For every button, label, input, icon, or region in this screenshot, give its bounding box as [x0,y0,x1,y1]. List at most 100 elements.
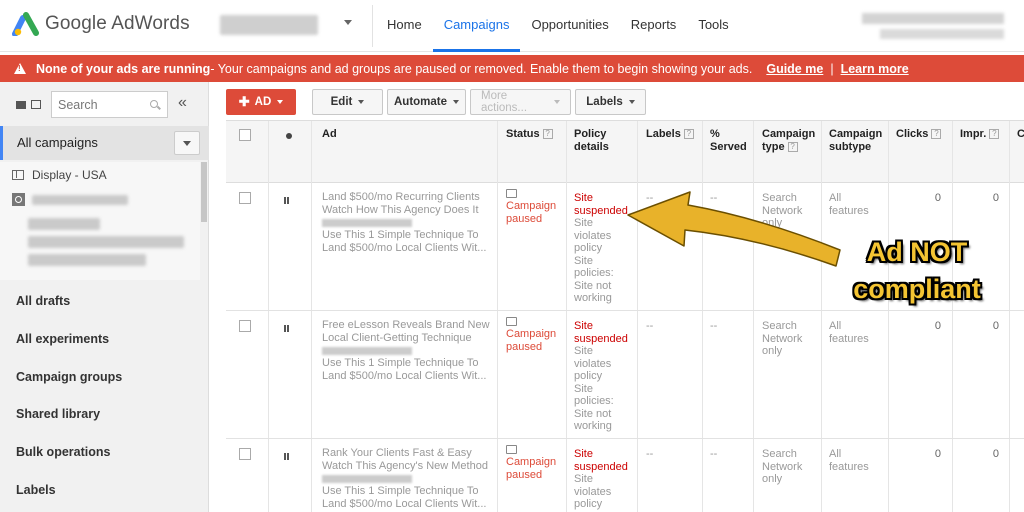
help-icon[interactable]: ? [989,129,1000,139]
comment-icon[interactable] [506,189,517,198]
campaign-type-text: only [762,345,783,357]
sidebar-link-labels[interactable]: Labels [16,483,56,497]
campaign-type-text: Search [762,448,797,460]
impressions-cell: 0 [992,192,999,204]
header-campaign-type[interactable]: Campaign type? [762,128,818,154]
header-labels[interactable]: Labels? [646,128,694,141]
edit-button[interactable]: Edit [312,89,383,115]
header-impressions[interactable]: Impr.? [960,128,1000,141]
account-dropdown-icon[interactable] [344,20,352,25]
help-icon[interactable]: ? [931,129,942,139]
folder-icon[interactable] [16,101,26,109]
table-row[interactable]: Rank Your Clients Fast & Easy Watch This… [226,439,1024,512]
nav-divider [372,5,373,47]
campaign-type-text: only [762,217,783,229]
campaign-subtype-text: features [829,460,869,473]
header-campaign-subtype[interactable]: Campaign subtype [829,128,885,154]
campaign-subtype-cell: All features [829,192,869,217]
add-ad-button[interactable]: ✚ AD [226,89,296,115]
header-status[interactable]: Status? [506,128,553,141]
redacted-ad-group [28,254,146,266]
policy-status-2: suspended [574,332,628,345]
callout-line-1: Ad NOT [866,237,968,267]
status-cell: Campaign paused [506,317,556,353]
help-icon[interactable]: ? [542,129,553,139]
row-checkbox[interactable] [239,320,251,332]
user-email-redacted[interactable] [880,29,1004,39]
sidebar-link-all-experiments[interactable]: All experiments [16,332,109,346]
pause-icon[interactable] [284,325,289,332]
more-actions-button[interactable]: More actions... [470,89,571,115]
user-info-redacted[interactable] [862,13,1004,24]
row-checkbox[interactable] [239,192,251,204]
header-ad[interactable]: Ad [322,128,337,141]
ad-headline-2: Watch This Agency's New Method [322,459,488,472]
policy-detail: working [574,292,612,304]
header-truncated[interactable]: C [1017,128,1024,141]
ads-table: Ad Status? Policy details Labels? % Serv… [226,120,1024,512]
nav-home[interactable]: Home [376,0,433,52]
sidebar-link-bulk-operations[interactable]: Bulk operations [16,445,110,459]
campaign-subtype-text: features [829,204,869,217]
adwords-app: Google AdWords Home Campaigns Opportunit… [0,0,1024,512]
pause-icon[interactable] [284,197,289,204]
sidebar-scrollbar[interactable] [201,162,207,222]
ad-text[interactable]: Rank Your Clients Fast & Easy Watch This… [322,447,488,511]
sidebar-search-input[interactable]: Search [51,91,168,118]
policy-status-2: suspended [574,204,628,217]
automate-button[interactable]: Automate [387,89,466,115]
all-campaigns-dropdown-button[interactable] [174,131,200,155]
redacted-ad-group [28,236,184,248]
help-icon[interactable]: ? [683,129,694,139]
pause-icon[interactable] [284,453,289,460]
header-labels-label: Labels [646,128,681,140]
ad-headline-2: Watch How This Agency Does It [322,203,479,216]
nav-campaigns[interactable]: Campaigns [432,0,521,52]
table-row[interactable]: Free eLesson Reveals Brand New Local Cli… [226,311,1024,439]
alert-heading: None of your ads are running [36,61,211,76]
redacted-campaign-name [32,195,128,205]
chevron-down-icon [277,100,284,104]
campaign-subtype-text: All [829,192,842,204]
adwords-logo[interactable]: Google AdWords [12,12,190,36]
row-checkbox[interactable] [239,448,251,460]
collapse-sidebar-icon[interactable]: « [178,94,187,112]
tree-item-display-usa[interactable]: Display - USA [12,168,107,182]
tree-item-label: Display - USA [32,168,107,182]
header-clicks[interactable]: Clicks? [896,128,942,141]
comment-icon[interactable] [506,445,517,454]
ad-description-2: Land $500/mo Local Clients Wit... [322,498,487,511]
header-policy-details[interactable]: Policy details [574,128,632,154]
ad-headline-2: Local Client-Getting Technique [322,331,472,344]
labels-button[interactable]: Labels [575,89,646,115]
alert-banner: None of your ads are running - Your camp… [0,55,1024,82]
ad-url-redacted [322,473,488,486]
comment-icon[interactable] [506,317,517,326]
nav-tools[interactable]: Tools [687,0,739,52]
ad-headline: Rank Your Clients Fast & Easy [322,447,472,459]
nav-opportunities[interactable]: Opportunities [520,0,619,52]
sidebar-link-campaign-groups[interactable]: Campaign groups [16,370,122,384]
status-cell: Campaign paused [506,445,556,481]
account-name-redacted[interactable] [220,15,318,35]
automate-label: Automate [393,96,448,108]
sidebar-link-all-drafts[interactable]: All drafts [16,294,70,308]
ad-text[interactable]: Free eLesson Reveals Brand New Local Cli… [322,319,490,383]
learn-more-link[interactable]: Learn more [841,62,909,76]
pages-icon[interactable] [31,100,41,109]
ad-text[interactable]: Land $500/mo Recurring Clients Watch How… [322,191,486,255]
policy-status: Site [574,192,593,204]
nav-reports[interactable]: Reports [620,0,688,52]
guide-me-link[interactable]: Guide me [766,62,823,76]
select-all-checkbox[interactable] [239,129,251,141]
campaign-tree: Display - USA [0,162,200,280]
ad-headline: Free eLesson Reveals Brand New [322,319,490,331]
chevron-down-icon [358,100,365,104]
sidebar-link-shared-library[interactable]: Shared library [16,407,100,421]
search-icon [150,100,158,108]
tree-item-search-campaign[interactable] [12,193,31,206]
help-icon[interactable]: ? [787,142,798,152]
policy-detail: Site [574,254,593,267]
top-bar: Google AdWords Home Campaigns Opportunit… [0,0,1024,52]
header-served[interactable]: % Served [710,128,750,154]
